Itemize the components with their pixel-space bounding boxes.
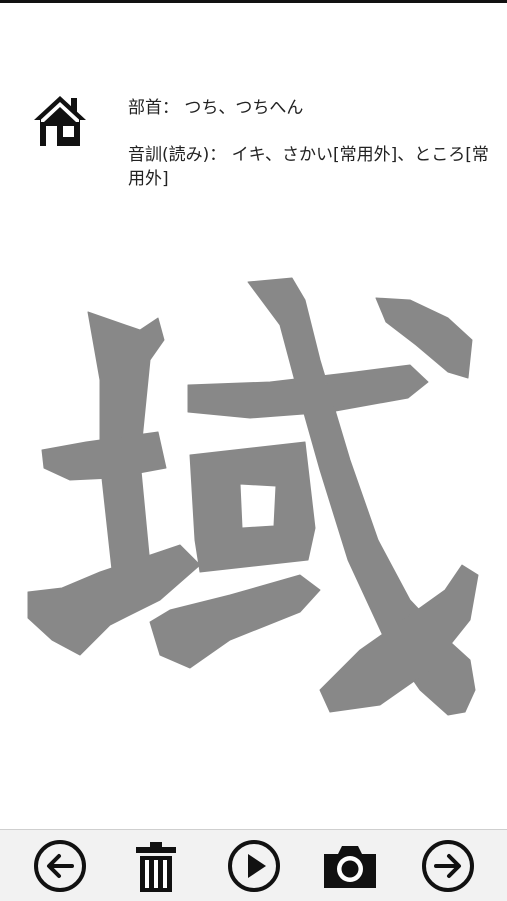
radical-label: 部首： (128, 98, 179, 118)
kanji-display (0, 255, 507, 735)
kanji-glyph (27, 277, 479, 716)
radical-row: 部首： つち、つちへん (128, 96, 493, 120)
camera-icon (324, 846, 376, 888)
arrow-right-circle-icon (422, 840, 474, 892)
next-button[interactable] (418, 836, 478, 896)
play-circle-icon (228, 840, 280, 892)
top-border (0, 0, 507, 3)
delete-button[interactable] (126, 836, 186, 896)
home-icon (34, 96, 86, 146)
play-button[interactable] (224, 836, 284, 896)
reading-row: 音訓(読み)： イキ、さかい[常用外]、ところ[常用外] (128, 143, 493, 191)
reading-label: 音訓(読み)： (128, 145, 227, 165)
arrow-left-circle-icon (34, 840, 86, 892)
kanji-info: 部首： つち、つちへん 音訓(読み)： イキ、さかい[常用外]、ところ[常用外] (128, 96, 493, 191)
camera-button[interactable] (320, 836, 380, 896)
previous-button[interactable] (30, 836, 90, 896)
home-button[interactable] (30, 92, 90, 150)
radical-value: つち、つちへん (184, 98, 304, 118)
bottom-toolbar (0, 829, 507, 901)
trash-icon (136, 842, 176, 892)
